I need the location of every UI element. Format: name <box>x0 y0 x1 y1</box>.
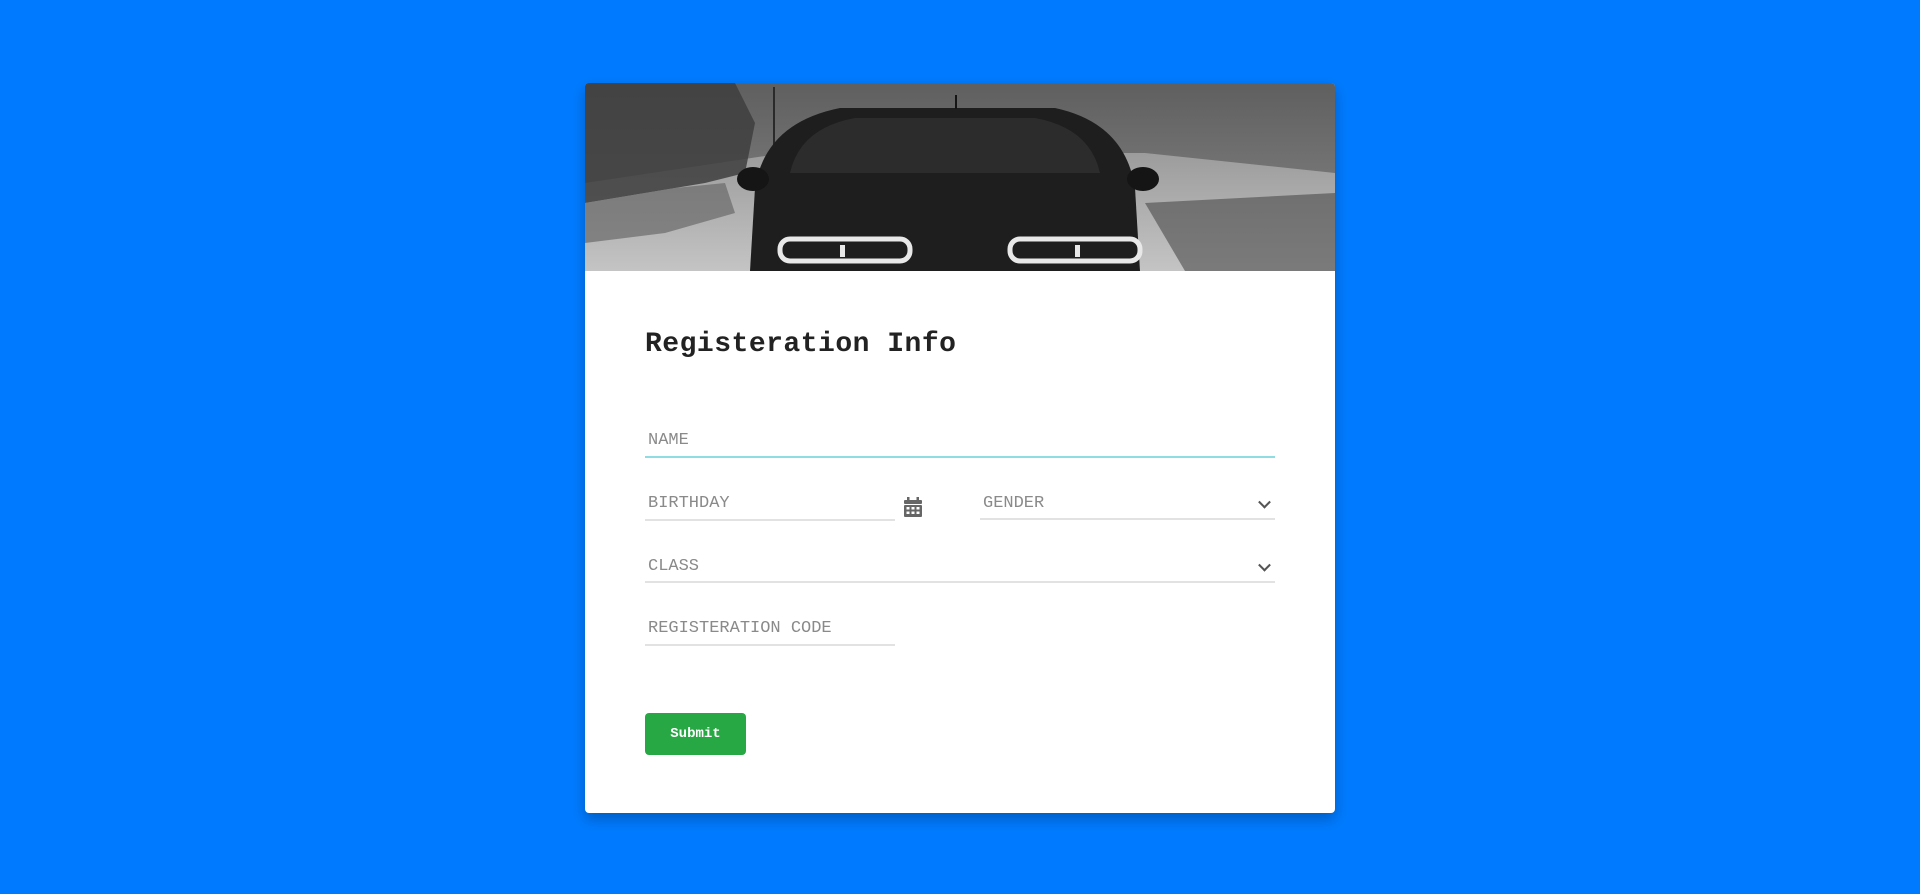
class-select-value: CLASS <box>648 557 700 576</box>
hero-image-car <box>585 83 1335 271</box>
registration-code-input[interactable] <box>645 613 895 644</box>
submit-button[interactable]: Submit <box>645 713 746 755</box>
birthday-field <box>645 488 895 521</box>
name-field <box>645 425 1275 458</box>
registration-card: Registeration Info GENDER CLASS Submit <box>585 83 1335 813</box>
gender-select-value: GENDER <box>983 494 1045 513</box>
birthday-input[interactable] <box>645 488 895 519</box>
class-select[interactable]: CLASS <box>645 552 1275 583</box>
car-photo-illustration <box>585 83 1335 271</box>
page-title: Registeration Info <box>645 329 957 360</box>
name-input[interactable] <box>645 425 1275 456</box>
registration-code-field <box>645 613 895 646</box>
calendar-icon[interactable] <box>904 497 922 517</box>
gender-select[interactable]: GENDER <box>980 489 1275 520</box>
